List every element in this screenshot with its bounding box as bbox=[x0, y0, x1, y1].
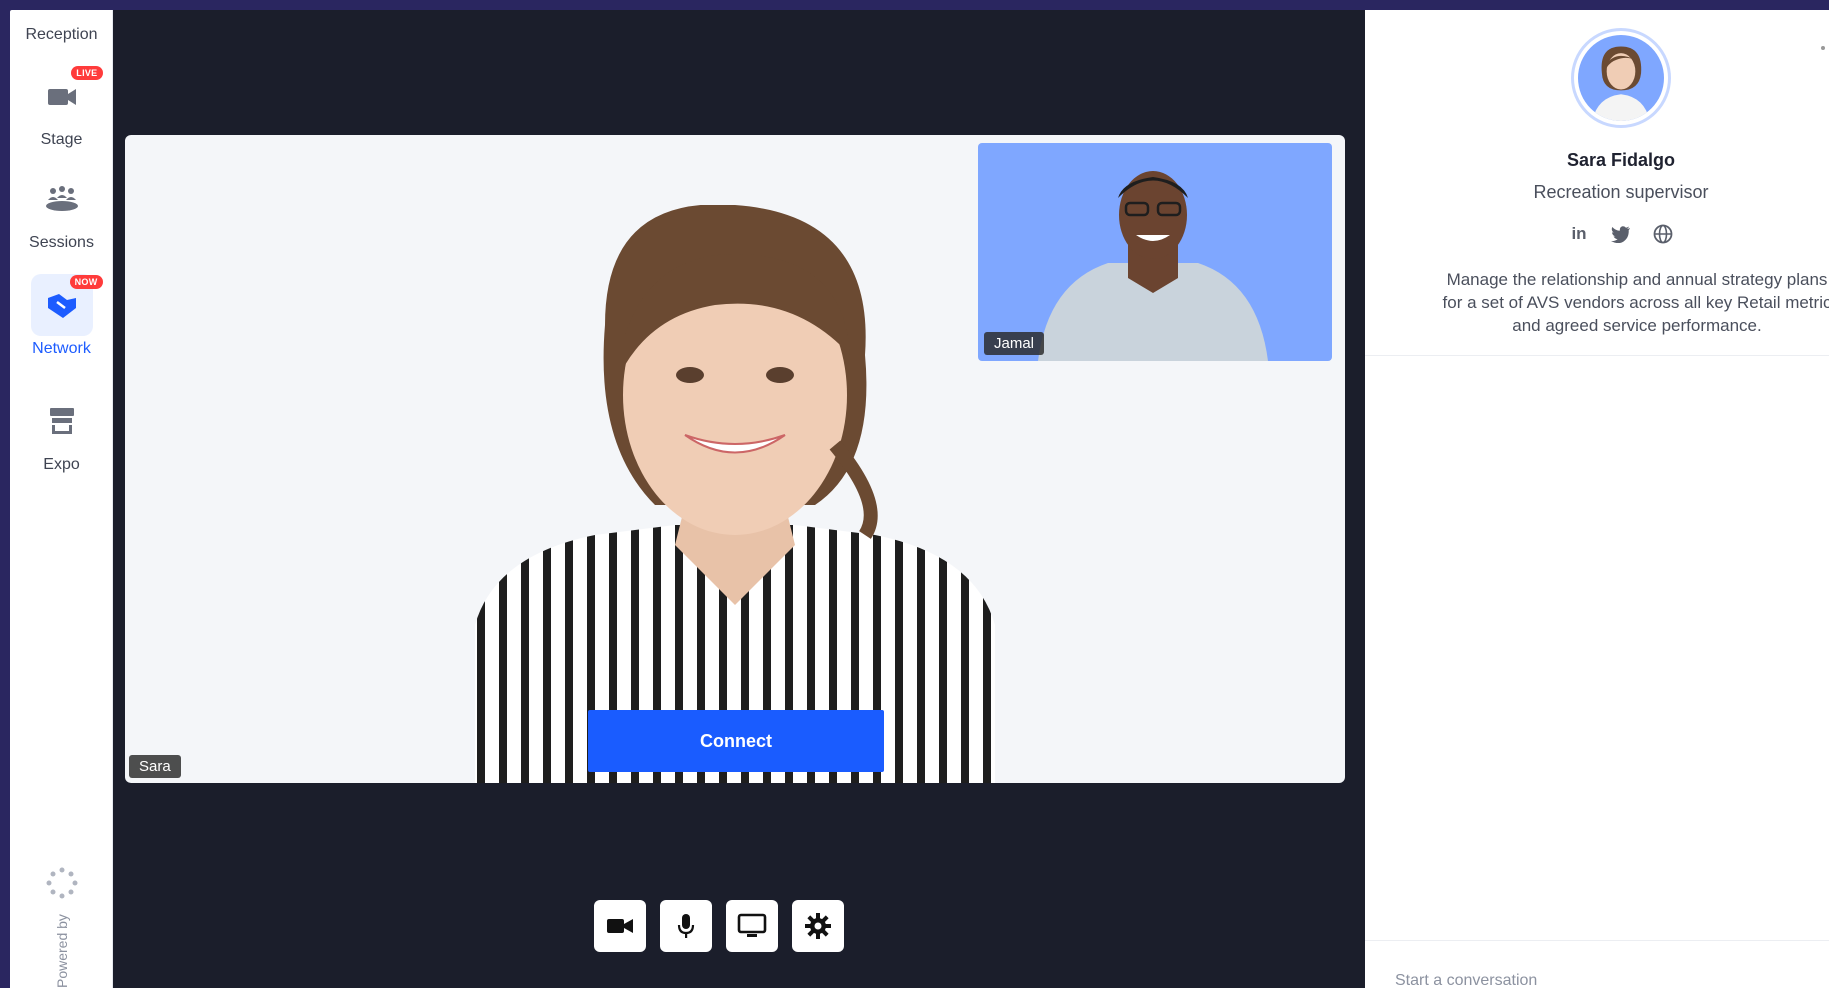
sidebar-item-sessions[interactable]: Sessions bbox=[10, 168, 113, 252]
linkedin-icon[interactable]: in bbox=[1567, 222, 1591, 246]
connect-button[interactable]: Connect bbox=[588, 710, 884, 772]
sidebar-item-label: Stage bbox=[40, 131, 83, 148]
app-window: Reception LIVE Stage Sessions NOW Networ… bbox=[10, 10, 1829, 988]
profile-title: Recreation supervisor bbox=[1533, 182, 1709, 202]
powered-by: Powered by bbox=[10, 866, 113, 988]
sidebar: Reception LIVE Stage Sessions NOW Networ… bbox=[10, 10, 113, 988]
camera-icon: LIVE bbox=[31, 65, 103, 127]
avatar-image bbox=[1592, 46, 1650, 121]
now-badge: NOW bbox=[69, 275, 103, 289]
bio-line: for a set of AVS vendors across all key … bbox=[1442, 293, 1829, 312]
microphone-toggle-button[interactable] bbox=[660, 900, 712, 952]
people-icon bbox=[31, 168, 93, 230]
divider bbox=[1365, 355, 1829, 356]
bio-line: and agreed service performance. bbox=[1512, 316, 1762, 335]
social-links: in bbox=[1365, 222, 1829, 246]
participant-name-tag: Sara bbox=[129, 755, 181, 778]
more-options-icon[interactable] bbox=[1821, 46, 1825, 50]
handshake-icon: NOW bbox=[30, 274, 103, 336]
camera-icon bbox=[607, 919, 633, 933]
live-badge: LIVE bbox=[71, 66, 103, 80]
microphone-icon bbox=[677, 914, 695, 938]
sara-video-image bbox=[475, 205, 995, 783]
stage-area: Sara Connect Jamal bbox=[113, 10, 1365, 988]
pip-video-tile[interactable]: Jamal bbox=[978, 143, 1332, 361]
chat-input[interactable] bbox=[1395, 972, 1829, 988]
call-controls bbox=[113, 900, 1365, 952]
avatar bbox=[1571, 28, 1671, 128]
screen-share-icon bbox=[737, 913, 767, 937]
booth-icon bbox=[31, 390, 93, 452]
sidebar-item-label: Expo bbox=[43, 456, 80, 473]
sidebar-item-label: Network bbox=[32, 340, 91, 357]
globe-icon[interactable] bbox=[1651, 222, 1675, 246]
divider bbox=[1365, 940, 1829, 941]
screen-share-button[interactable] bbox=[726, 900, 778, 952]
sidebar-item-network[interactable]: NOW Network bbox=[10, 274, 113, 358]
camera-toggle-button[interactable] bbox=[594, 900, 646, 952]
jamal-video-image bbox=[1038, 171, 1268, 361]
profile-name: Sara Fidalgo bbox=[1566, 150, 1676, 170]
sidebar-item-reception[interactable]: Reception bbox=[10, 22, 113, 44]
sidebar-item-stage[interactable]: LIVE Stage bbox=[10, 65, 113, 149]
settings-icon bbox=[805, 913, 831, 939]
brand-logo-icon bbox=[46, 867, 77, 899]
sidebar-item-label: Reception bbox=[25, 26, 98, 43]
profile-panel: Sara Fidalgo Recreation supervisor in Ma… bbox=[1365, 10, 1829, 988]
sidebar-item-expo[interactable]: Expo bbox=[10, 390, 113, 474]
sidebar-item-label: Sessions bbox=[29, 234, 94, 251]
settings-button[interactable] bbox=[792, 900, 844, 952]
powered-by-label: Powered by bbox=[53, 914, 70, 988]
bio-line: Manage the relationship and annual strat… bbox=[1446, 270, 1828, 289]
twitter-icon[interactable] bbox=[1609, 222, 1633, 246]
profile-bio: Manage the relationship and annual strat… bbox=[1387, 268, 1829, 337]
participant-name-tag: Jamal bbox=[984, 332, 1045, 355]
